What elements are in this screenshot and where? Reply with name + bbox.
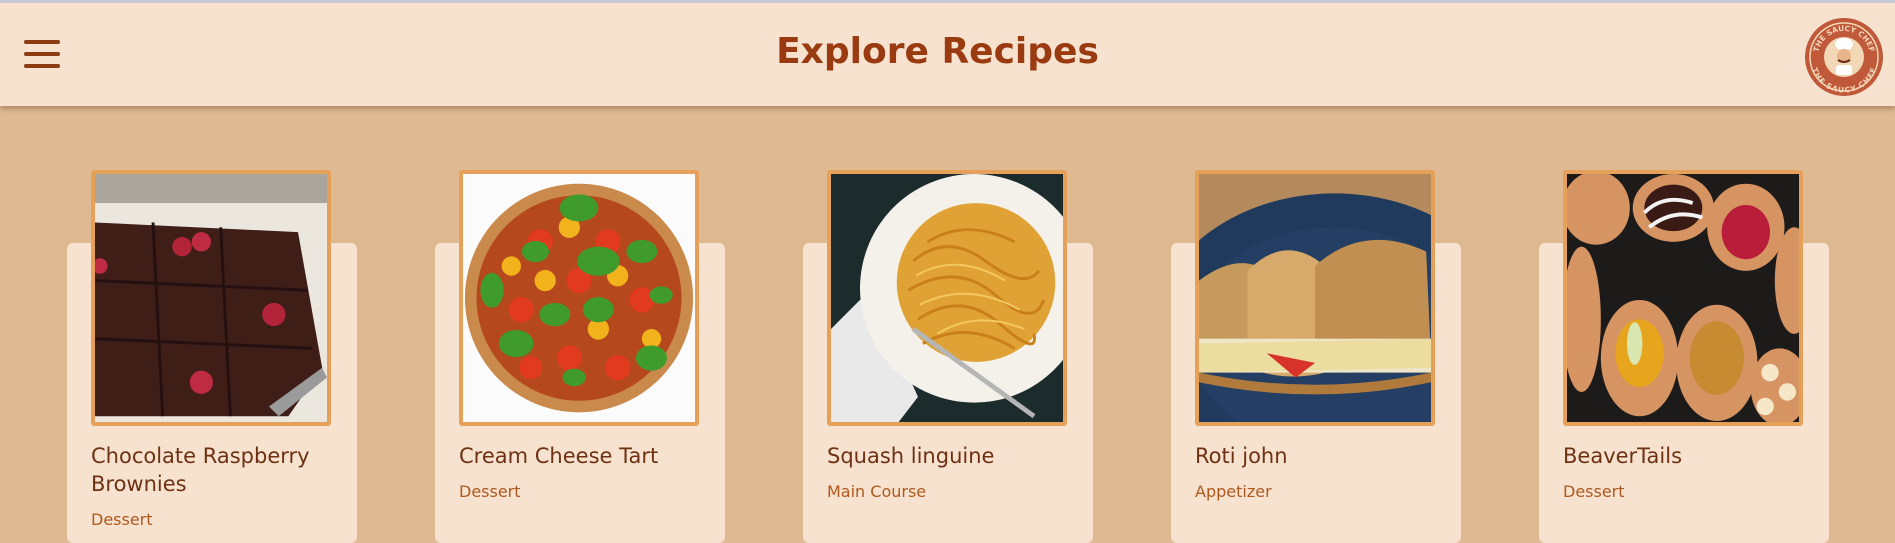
recipe-category: Dessert bbox=[1563, 482, 1625, 501]
recipe-title[interactable]: Roti john bbox=[1195, 442, 1425, 470]
recipe-title[interactable]: Squash linguine bbox=[827, 442, 1057, 470]
recipe-title[interactable]: BeaverTails bbox=[1563, 442, 1793, 470]
recipe-image-tart[interactable] bbox=[459, 170, 699, 426]
recipe-image-linguine[interactable] bbox=[827, 170, 1067, 426]
recipe-category: Dessert bbox=[459, 482, 521, 501]
recipe-image-brownies[interactable] bbox=[91, 170, 331, 426]
recipe-image-roti-john[interactable] bbox=[1195, 170, 1435, 426]
recipe-image-beavertails[interactable] bbox=[1563, 170, 1803, 426]
recipe-category: Dessert bbox=[91, 510, 153, 529]
recipe-category: Main Course bbox=[827, 482, 927, 501]
recipe-title[interactable]: Chocolate Raspberry Brownies bbox=[91, 442, 321, 498]
recipe-category: Appetizer bbox=[1195, 482, 1272, 501]
recipe-grid: Chocolate Raspberry Brownies Dessert Cre… bbox=[0, 0, 1895, 543]
recipe-title[interactable]: Cream Cheese Tart bbox=[459, 442, 689, 470]
